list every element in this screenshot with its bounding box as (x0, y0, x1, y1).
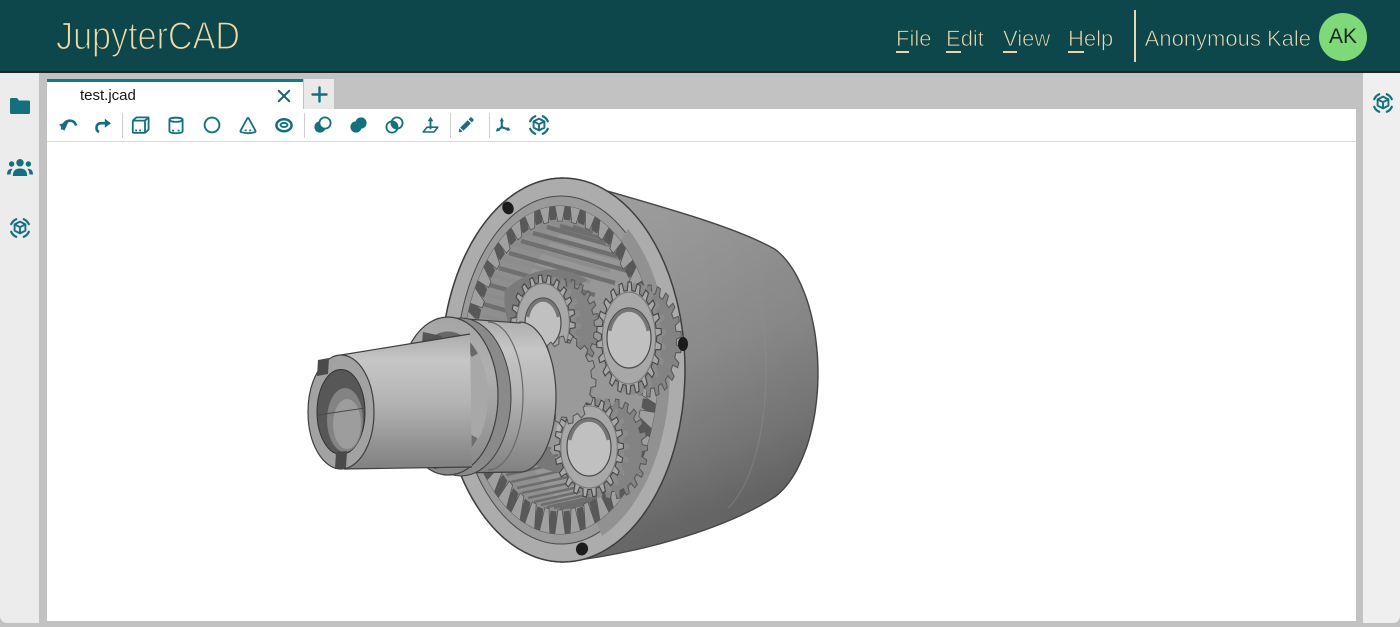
svg-text:JupyterCAD: JupyterCAD (56, 15, 240, 58)
